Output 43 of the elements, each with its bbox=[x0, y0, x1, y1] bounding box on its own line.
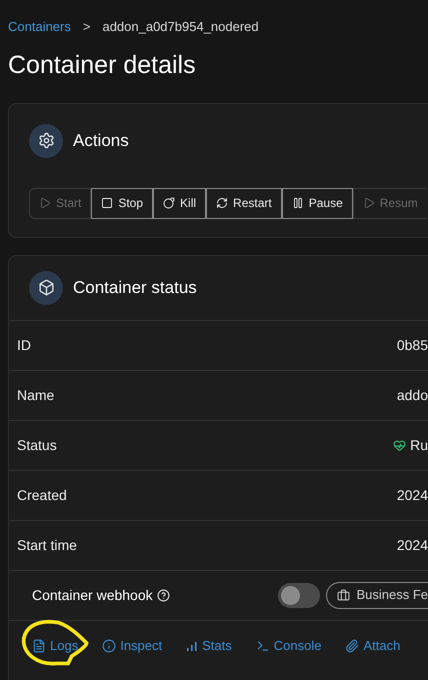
row-value: addo bbox=[396, 386, 428, 404]
paperclip-icon bbox=[345, 638, 360, 652]
play-icon bbox=[39, 197, 51, 209]
row-label: ID bbox=[17, 336, 31, 354]
terminal-icon bbox=[256, 638, 270, 652]
action-button[interactable]: Restart bbox=[206, 188, 282, 218]
row-label: Start time bbox=[17, 536, 77, 554]
business-feature-badge: Business Fe bbox=[326, 582, 428, 608]
webhook-toggle[interactable] bbox=[278, 582, 320, 608]
tab-link[interactable]: Stats bbox=[186, 636, 232, 656]
help-icon[interactable] bbox=[156, 588, 170, 602]
tab-link[interactable]: Attach bbox=[345, 636, 400, 656]
card-title: Actions bbox=[73, 130, 129, 152]
briefcase-icon bbox=[337, 588, 350, 602]
tab-link[interactable]: Inspect bbox=[102, 636, 162, 656]
breadcrumb-current: addon_a0d7b954_nodered bbox=[102, 18, 259, 36]
heart-pulse-icon bbox=[393, 438, 406, 452]
row-label: Name bbox=[17, 386, 54, 404]
refresh-icon bbox=[216, 197, 228, 209]
breadcrumb-link[interactable]: Containers bbox=[8, 17, 71, 36]
card-title: Container status bbox=[73, 276, 197, 299]
info-icon bbox=[102, 638, 116, 652]
row-label: Status bbox=[17, 436, 57, 454]
page-title: Container details bbox=[7, 50, 197, 80]
bar-chart-icon bbox=[186, 640, 198, 652]
stop-icon bbox=[101, 197, 114, 209]
row-value: Ru bbox=[410, 436, 428, 454]
row-value: 2024 bbox=[396, 486, 428, 504]
row-value: 0b85 bbox=[396, 336, 428, 354]
action-button[interactable]: Kill bbox=[153, 188, 206, 218]
bomb-icon bbox=[163, 197, 176, 209]
row-label: Created bbox=[17, 486, 67, 504]
settings-icon bbox=[29, 124, 63, 158]
action-button[interactable]: Stop bbox=[91, 188, 154, 218]
play-icon bbox=[362, 197, 375, 209]
webhook-label: Container webhook bbox=[32, 586, 153, 604]
action-button[interactable]: Pause bbox=[282, 188, 353, 218]
cube-icon bbox=[29, 270, 63, 304]
tab-link[interactable]: Console bbox=[256, 636, 322, 656]
row-value: 2024 bbox=[396, 536, 428, 554]
breadcrumb-separator: > bbox=[82, 18, 92, 36]
file-icon bbox=[32, 638, 46, 652]
pause-icon bbox=[292, 197, 304, 209]
